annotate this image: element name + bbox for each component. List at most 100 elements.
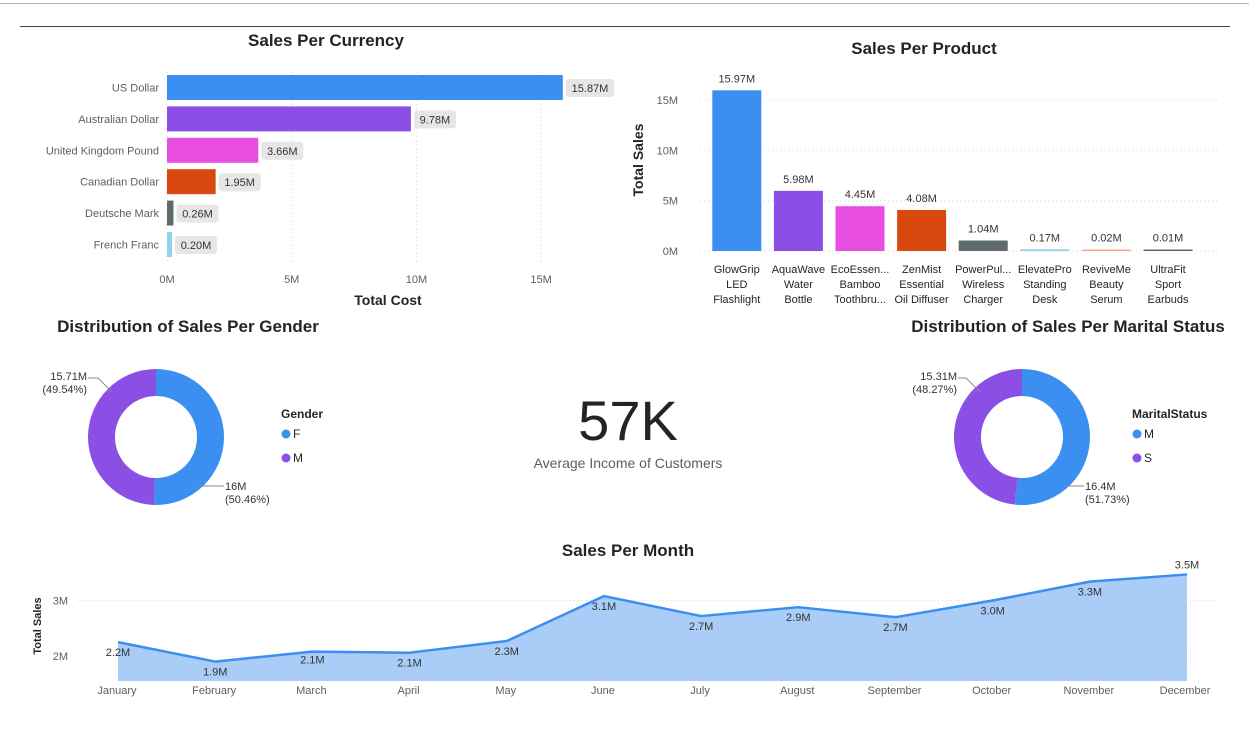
month-data-label: 2.2M [106,647,130,659]
month-x-tick: July [690,685,710,697]
dashboard-canvas: Sales Per Currency Sales Per Product Dis… [32,31,1225,697]
gender-legend-item: F [293,427,300,441]
currency-category-label: Deutsche Mark [85,208,159,220]
product-y-tick: 0M [663,246,678,258]
gender-slice [154,369,225,505]
product-category-label: Flashlight [713,294,760,306]
product-y-tick: 15M [657,95,678,107]
product-data-label: 1.04M [968,224,999,236]
currency-data-label: 1.95M [224,177,255,189]
currency-data-label: 15.87M [572,83,609,95]
month-data-label: 3.0M [980,606,1004,618]
month-chart-title: Sales Per Month [562,541,694,560]
product-category-label: LED [726,279,747,291]
currency-bar [167,200,174,226]
product-y-tick: 5M [663,196,678,208]
gender-donut-chart: 15.71M(49.54%) 16M(50.46%) Gender FM [42,369,323,506]
month-data-label: 2.7M [689,621,713,633]
product-category-label: ZenMist [902,264,941,276]
month-data-label: 2.3M [494,646,518,658]
product-bar-chart: 0M 5M 10M 15M 15.97M GlowGrip LED Flashlight 5.9… [657,73,1220,306]
marital-legend-item: M [1144,427,1154,441]
product-category-label: UltraFit [1150,264,1185,276]
currency-x-tick: 5M [284,274,299,286]
product-bar [897,209,947,251]
month-x-tick: November [1063,685,1114,697]
currency-bar [167,232,172,257]
month-y-axis-title: Total Sales [32,597,44,654]
product-data-label: 0.02M [1091,233,1122,245]
kpi-label: Average Income of Customers [534,455,723,471]
product-bar [835,206,885,251]
currency-chart-title: Sales Per Currency [248,31,404,50]
marital-legend-item: S [1144,451,1152,465]
product-bar [958,240,1008,251]
product-bar [712,90,762,251]
month-data-label: 3.5M [1175,559,1199,571]
product-category-label: Standing [1023,279,1066,291]
product-category-label: Desk [1032,294,1058,306]
currency-category-label: United Kingdom Pound [46,145,159,157]
month-data-label: 2.1M [397,658,421,670]
month-area-chart: 2M 3M 2.2M January 1.9M February 2.1M March 2.1M… [53,559,1220,697]
currency-bar [167,169,216,195]
month-y-tick: 3M [53,596,68,608]
currency-data-label: 3.66M [267,146,298,158]
marital-value-label: 16.4M [1085,481,1116,493]
product-category-label: PowerPul... [955,264,1011,276]
product-chart-title: Sales Per Product [851,39,997,58]
currency-category-label: US Dollar [112,83,159,95]
gender-percent-label: (49.54%) [42,384,87,396]
product-category-label: AquaWave [772,264,825,276]
gender-legend-item: M [293,451,303,465]
gender-slice [88,369,156,505]
product-category-label: EcoEssen... [831,264,890,276]
product-bar [773,190,823,251]
product-y-tick: 10M [657,145,678,157]
month-x-tick: October [972,685,1011,697]
month-x-tick: August [780,685,814,697]
month-data-label: 2.1M [300,655,324,667]
product-bar [1081,249,1131,251]
gender-value-label: 16M [225,481,246,493]
gender-value-label: 15.71M [50,371,87,383]
marital-legend-title: MaritalStatus [1132,407,1208,421]
marital-donut-chart: 15.31M(48.27%) 16.4M(51.73%) MaritalStatus… [912,369,1208,506]
product-category-label: Oil Diffuser [894,294,949,306]
product-category-label: Beauty [1089,279,1124,291]
gender-chart-title: Distribution of Sales Per Gender [57,317,319,336]
gender-legend-title: Gender [281,407,323,421]
product-data-label: 5.98M [783,174,814,186]
marital-legend-marker [1132,429,1142,439]
product-data-label: 15.97M [718,73,755,85]
currency-category-label: Canadian Dollar [80,177,159,189]
month-x-tick: January [97,685,137,697]
currency-data-label: 0.26M [182,209,213,221]
month-area-fill [118,574,1187,681]
marital-value-label: 15.31M [920,371,957,383]
currency-category-label: French Franc [94,240,160,252]
month-data-label: 3.1M [592,601,616,613]
month-x-tick: April [398,685,420,697]
product-category-label: Earbuds [1148,294,1189,306]
product-category-label: ReviveMe [1082,264,1131,276]
currency-bar-chart: 0M 5M 10M 15M US Dollar 15.87M Australian Doll… [46,72,615,286]
month-x-tick: May [495,685,516,697]
currency-x-tick: 10M [406,274,427,286]
product-y-axis-title: Total Sales [630,123,646,196]
currency-category-label: Australian Dollar [78,114,159,126]
month-data-label: 2.7M [883,622,907,634]
month-x-tick: February [192,685,237,697]
month-x-tick: September [868,685,922,697]
product-data-label: 4.08M [906,193,937,205]
product-category-label: Water [784,279,813,291]
month-y-tick: 2M [53,651,68,663]
marital-percent-label: (48.27%) [912,384,957,396]
gender-legend-marker [281,429,291,439]
product-category-label: Serum [1090,294,1122,306]
marital-legend-marker [1132,453,1142,463]
product-bar [1020,249,1070,251]
month-x-tick: December [1160,685,1211,697]
product-data-label: 0.17M [1030,232,1061,244]
product-category-label: Wireless [962,279,1005,291]
